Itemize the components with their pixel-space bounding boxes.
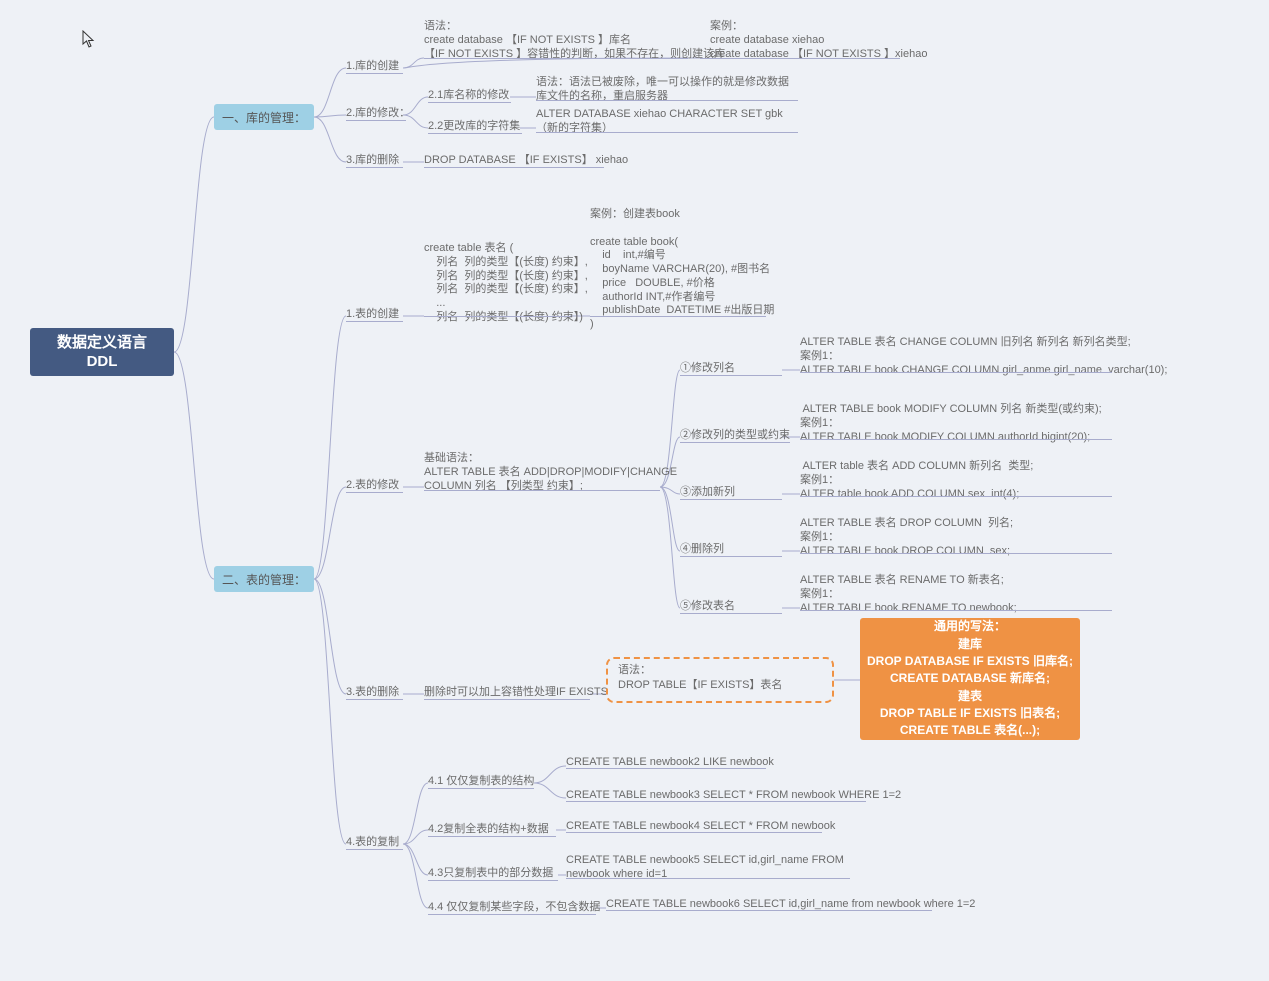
level1-lib-label: 一、库的管理： bbox=[222, 109, 306, 126]
divider bbox=[800, 610, 1112, 611]
copy1b: CREATE TABLE newbook3 SELECT * FROM newb… bbox=[566, 789, 866, 802]
divider bbox=[424, 316, 570, 317]
tbl-drop-box[interactable]: 语法： DROP TABLE【IF EXISTS】表名 bbox=[606, 657, 834, 703]
lib-create[interactable]: 1.库的创建 bbox=[346, 57, 403, 74]
divider bbox=[424, 58, 688, 59]
divider bbox=[424, 490, 660, 491]
tbl-create[interactable]: 1.表的创建 bbox=[346, 305, 403, 322]
tbl-drop-box-text: 语法： DROP TABLE【IF EXISTS】表名 bbox=[618, 664, 782, 691]
root-label: 数据定义语言 DDL bbox=[57, 333, 147, 372]
mod2[interactable]: ②修改列的类型或约束 bbox=[680, 426, 790, 443]
mod3[interactable]: ③添加新列 bbox=[680, 483, 782, 500]
divider bbox=[800, 439, 1112, 440]
copy2[interactable]: 4.2复制全表的结构+数据 bbox=[428, 820, 556, 837]
lib-modify[interactable]: 2.库的修改： bbox=[346, 104, 406, 121]
divider bbox=[536, 100, 798, 101]
tbl-modify[interactable]: 2.表的修改 bbox=[346, 476, 403, 493]
divider bbox=[800, 496, 1112, 497]
mod4[interactable]: ④删除列 bbox=[680, 540, 782, 557]
divider bbox=[800, 553, 1112, 554]
tbl-drop-text: 删除时可以加上容错性处理IF EXISTS bbox=[424, 683, 590, 700]
copy1[interactable]: 4.1 仅仅复制表的结构 bbox=[428, 772, 534, 789]
level1-lib[interactable]: 一、库的管理： bbox=[214, 104, 314, 130]
root-node[interactable]: 数据定义语言 DDL bbox=[30, 328, 174, 376]
lib-create-syntax: 语法： create database 【IF NOT EXISTS 】库名 【… bbox=[424, 20, 725, 61]
mod5[interactable]: ⑤修改表名 bbox=[680, 597, 782, 614]
divider bbox=[700, 58, 900, 59]
common-usage-box[interactable]: 通用的写法： 建库 DROP DATABASE IF EXISTS 旧库名; C… bbox=[860, 618, 1080, 740]
lib-modify-name[interactable]: 2.1库名称的修改 bbox=[428, 86, 511, 103]
level1-tbl-label: 二、表的管理： bbox=[222, 571, 306, 588]
tbl-copy[interactable]: 4.表的复制 bbox=[346, 833, 403, 850]
divider bbox=[536, 132, 798, 133]
mod1[interactable]: ①修改列名 bbox=[680, 359, 782, 376]
tbl-create-example: 案例：创建表book create table book( id int,#编号… bbox=[590, 208, 774, 332]
cursor-icon bbox=[82, 30, 96, 48]
lib-modify-charset[interactable]: 2.2更改库的字符集 bbox=[428, 117, 522, 134]
tbl-create-syntax: create table 表名 ( 列名 列的类型【(长度) 约束】, 列名 列… bbox=[424, 242, 588, 325]
divider bbox=[566, 878, 850, 879]
lib-drop[interactable]: 3.库的删除 bbox=[346, 151, 403, 168]
copy4-text: CREATE TABLE newbook6 SELECT id,girl_nam… bbox=[606, 898, 932, 911]
divider bbox=[590, 316, 766, 317]
copy2-text: CREATE TABLE newbook4 SELECT * FROM newb… bbox=[566, 820, 822, 833]
tbl-modify-base: 基础语法： ALTER TABLE 表名 ADD|DROP|MODIFY|CHA… bbox=[424, 452, 677, 493]
copy1a: CREATE TABLE newbook2 LIKE newbook bbox=[566, 756, 766, 769]
copy3[interactable]: 4.3只复制表中的部分数据 bbox=[428, 864, 558, 881]
copy4[interactable]: 4.4 仅仅复制某些字段，不包含数据 bbox=[428, 898, 596, 915]
lib-drop-text: DROP DATABASE 【IF EXISTS】 xiehao bbox=[424, 151, 604, 168]
level1-tbl[interactable]: 二、表的管理： bbox=[214, 566, 314, 592]
tbl-drop[interactable]: 3.表的删除 bbox=[346, 683, 403, 700]
common-usage-text: 通用的写法： 建库 DROP DATABASE IF EXISTS 旧库名; C… bbox=[860, 618, 1080, 740]
divider bbox=[800, 372, 1112, 373]
lib-create-example: 案例： create database xiehao create databa… bbox=[710, 20, 927, 61]
